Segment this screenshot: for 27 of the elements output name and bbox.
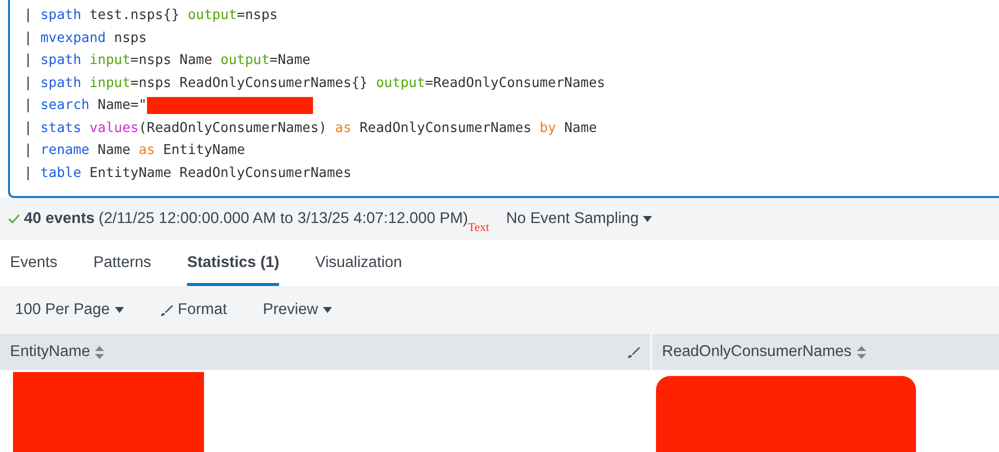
code-line: | table EntityName ReadOnlyConsumerNames [24,164,352,181]
caret-icon [114,307,124,313]
sort-icon[interactable] [856,346,866,358]
tab[interactable]: Events [10,240,58,286]
code-line: | search Name=" [24,97,147,114]
sampling-dropdown[interactable]: No Event Sampling [506,210,652,228]
caret-icon [642,216,652,222]
code-line: | stats values(ReadOnlyConsumerNames) as ReadOnlyConsumerNames by Name [24,120,597,136]
code-line: | spath input=nsps ReadOnlyConsumerNames{} output=ReadOnlyConsumerNames [24,74,606,91]
code-line: | mvexpand nsps [24,30,147,46]
tab[interactable]: Visualization [315,240,402,286]
annotation-label: Text [468,220,490,235]
tab[interactable]: Patterns [93,240,152,286]
event-count: 40 events [24,210,95,228]
code-line: | spath input=nsps Name output=Name [24,52,310,68]
code-line: | rename Name as EntityName [24,142,246,158]
caret-icon [323,307,332,313]
dropdown-button[interactable]: Preview [262,301,332,319]
format-button[interactable]: Format [160,301,227,319]
column-header[interactable]: EntityName [0,334,652,370]
dropdown-button[interactable]: 100 Per Page [15,301,124,319]
sort-icon[interactable] [95,346,104,358]
time-range: (2/11/25 12:00:00.000 AM to 3/13/25 4:07:12.000 PM) [98,210,468,227]
brush-icon [160,304,173,316]
column-header[interactable]: ReadOnlyConsumerNames [652,334,999,370]
edit-icon[interactable] [627,346,640,358]
code-line: | spath test.nsps{} output=nsps [24,7,278,24]
